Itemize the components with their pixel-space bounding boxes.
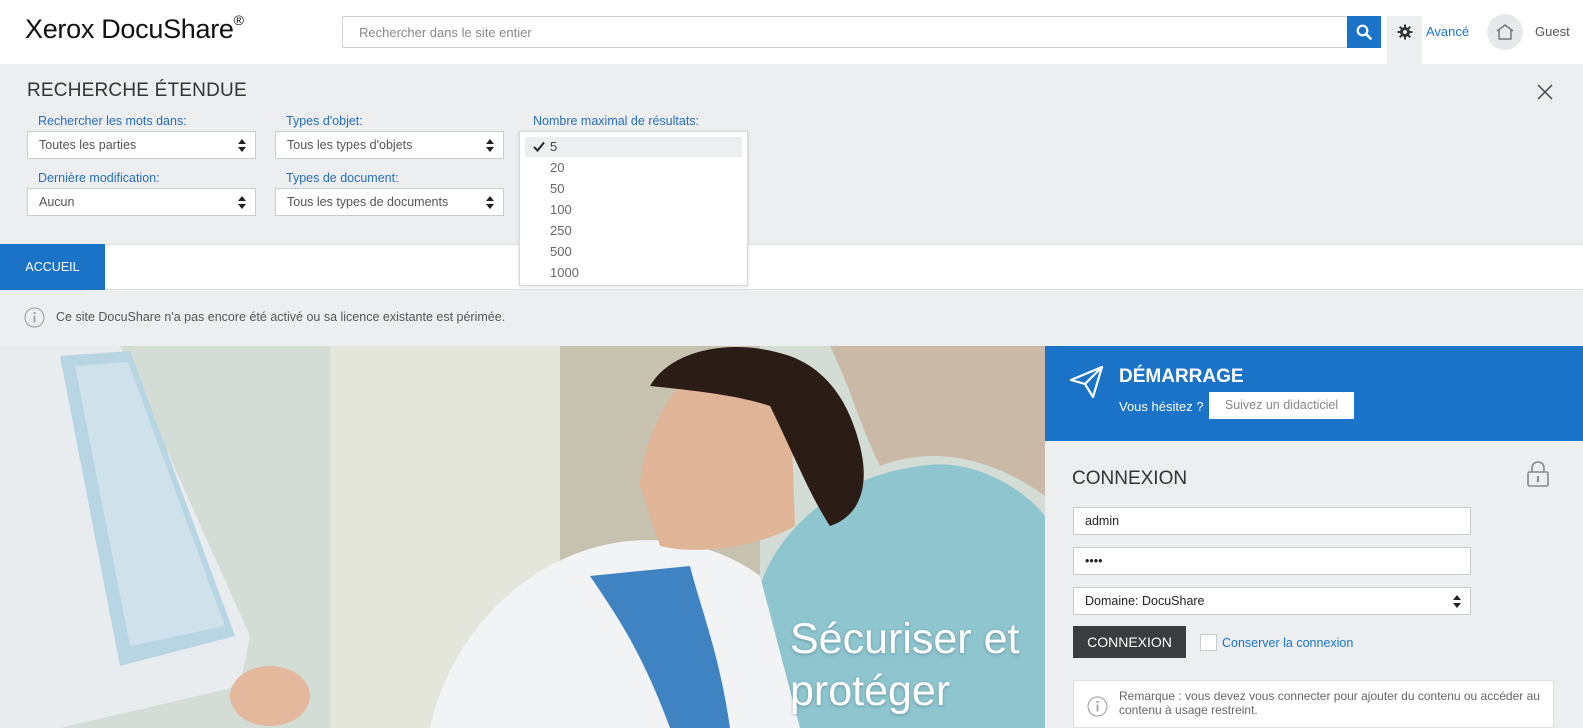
max-results-option[interactable]: 100	[525, 200, 742, 220]
hero-banner: Sécuriser et protéger	[0, 346, 1045, 728]
advanced-search-link[interactable]: Avancé	[1426, 24, 1469, 39]
max-results-label: Nombre maximal de résultats:	[533, 114, 700, 128]
user-name[interactable]: Guest	[1535, 24, 1570, 39]
max-results-dropdown[interactable]: 5 20 50 100 250 500 1000	[519, 131, 748, 286]
max-results-option[interactable]: 20	[525, 158, 742, 178]
username-field[interactable]	[1073, 507, 1471, 535]
license-notice: Ce site DocuShare n'a pas encore été act…	[0, 290, 1583, 346]
document-types-label: Types de document:	[286, 171, 399, 185]
domain-select[interactable]: Domaine: DocuShare	[1073, 587, 1471, 615]
tutorial-button[interactable]: Suivez un didacticiel	[1209, 392, 1354, 419]
max-results-option[interactable]: 1000	[525, 263, 742, 283]
advanced-search-panel: RECHERCHE ÉTENDUE Rechercher les mots da…	[0, 64, 1583, 246]
max-results-option[interactable]: 5	[525, 137, 742, 157]
max-results-option[interactable]: 250	[525, 221, 742, 241]
check-icon	[533, 141, 545, 152]
sort-arrows-icon	[486, 139, 494, 152]
info-icon	[24, 307, 45, 328]
remember-checkbox[interactable]	[1200, 634, 1217, 651]
login-note: Remarque : vous devez vous connecter pou…	[1073, 680, 1554, 728]
info-icon	[1087, 696, 1108, 717]
close-icon[interactable]	[1535, 82, 1555, 102]
login-title: CONNEXION	[1072, 468, 1188, 489]
max-results-option[interactable]: 500	[525, 242, 742, 262]
sort-arrows-icon	[238, 139, 246, 152]
paper-plane-icon	[1069, 365, 1104, 399]
search-input[interactable]	[343, 17, 1338, 47]
login-panel: CONNEXION Domaine: DocuShare CONNEXION R…	[1045, 441, 1583, 728]
getting-started-question: Vous hésitez ?	[1119, 399, 1204, 414]
site-search	[342, 16, 1381, 48]
docushare-logo[interactable]: Xerox DocuShare®	[25, 12, 244, 45]
password-field[interactable]	[1073, 547, 1471, 575]
sort-arrows-icon	[238, 196, 246, 209]
login-note-text: Remarque : vous devez vous connecter pou…	[1119, 689, 1540, 717]
sort-arrows-icon	[1453, 595, 1461, 608]
top-header: Xerox DocuShare® Avancé	[0, 0, 1583, 64]
getting-started-panel: DÉMARRAGE Vous hésitez ? Suivez un didac…	[1045, 346, 1583, 441]
avatar[interactable]	[1487, 14, 1523, 50]
sort-arrows-icon	[486, 196, 494, 209]
hero-headline: Sécuriser et protéger	[790, 615, 1020, 715]
lock-icon	[1527, 461, 1549, 487]
login-button[interactable]: CONNEXION	[1073, 626, 1186, 658]
object-types-label: Types d'objet:	[286, 114, 363, 128]
home-icon	[1496, 24, 1514, 40]
last-modified-select[interactable]: Aucun	[27, 188, 256, 216]
main-nav: ACCUEIL	[0, 244, 1583, 291]
words-in-label: Rechercher les mots dans:	[38, 114, 187, 128]
tab-home[interactable]: ACCUEIL	[0, 244, 105, 291]
object-types-select[interactable]: Tous les types d'objets	[275, 131, 504, 159]
last-modified-label: Dernière modification:	[38, 171, 160, 185]
remember-label[interactable]: Conserver la connexion	[1222, 636, 1353, 650]
notice-text: Ce site DocuShare n'a pas encore été act…	[56, 310, 506, 324]
document-types-select[interactable]: Tous les types de documents	[275, 188, 504, 216]
words-in-select[interactable]: Toutes les parties	[27, 131, 256, 159]
search-button[interactable]	[1347, 16, 1381, 48]
getting-started-title: DÉMARRAGE	[1119, 366, 1244, 387]
advanced-search-title: RECHERCHE ÉTENDUE	[27, 80, 247, 101]
gear-icon	[1397, 24, 1412, 40]
search-icon	[1356, 24, 1372, 40]
max-results-option[interactable]: 50	[525, 179, 742, 199]
settings-button[interactable]	[1387, 16, 1422, 64]
